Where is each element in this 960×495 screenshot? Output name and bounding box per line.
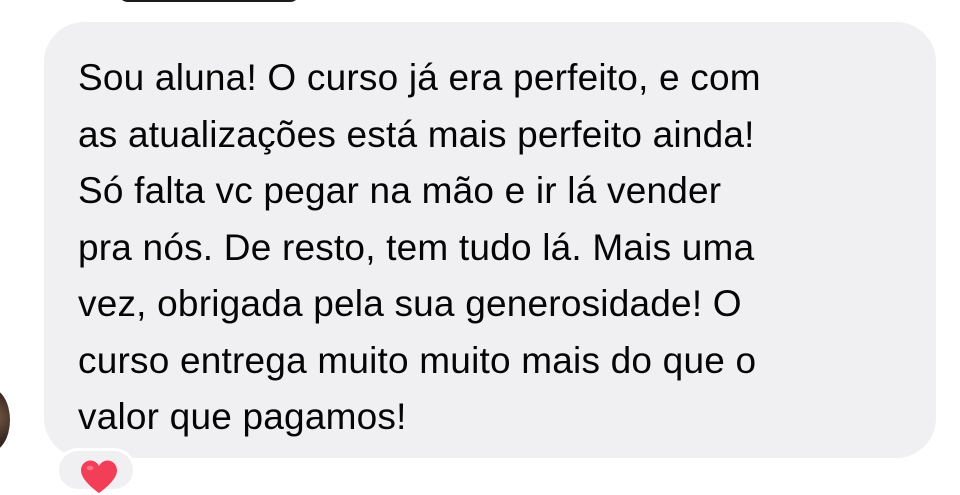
heart-icon (81, 460, 117, 493)
reaction-badge[interactable] (56, 448, 136, 493)
comment-text: Sou aluna! O curso já era perfeito, e co… (78, 57, 761, 437)
top-edge-element (118, 0, 300, 2)
commenter-avatar[interactable] (0, 388, 10, 452)
